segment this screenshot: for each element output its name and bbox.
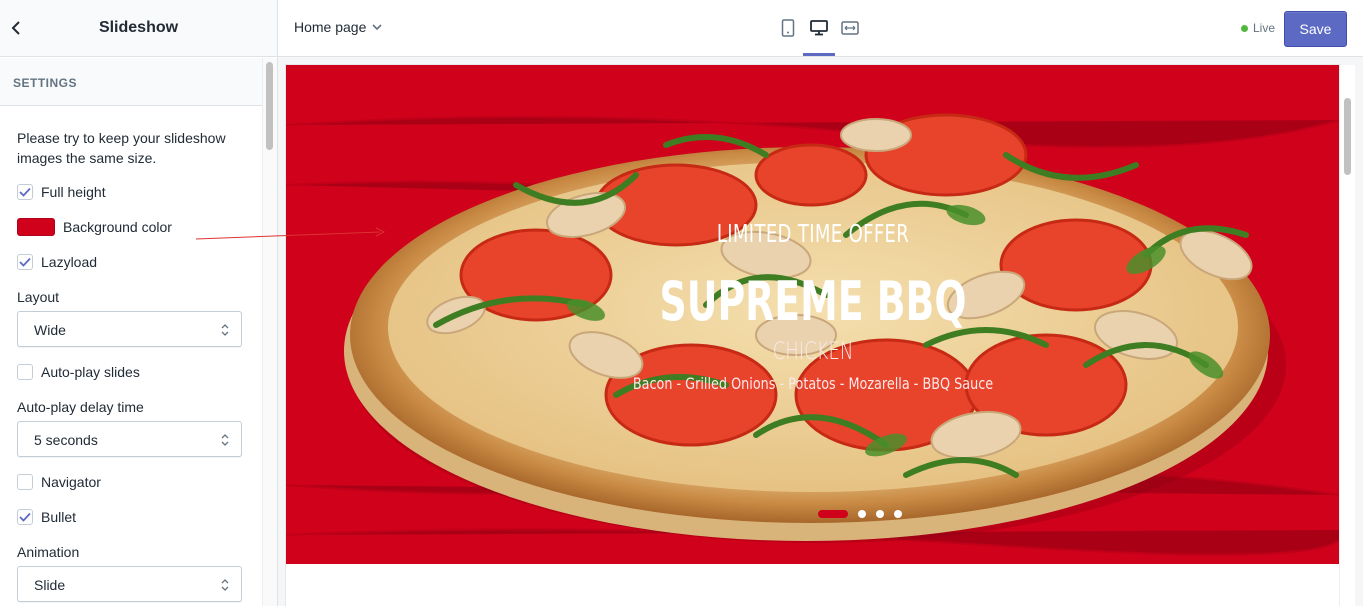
- desktop-icon: [810, 20, 828, 36]
- preview-scrollbar-thumb[interactable]: [1344, 98, 1351, 175]
- settings-section-header: SETTINGS: [0, 58, 262, 106]
- slide-bullet-4[interactable]: [894, 510, 902, 518]
- checkmark-icon: [19, 257, 31, 267]
- live-status: Live: [1241, 21, 1275, 35]
- full-height-option[interactable]: Full height: [17, 182, 106, 202]
- sidebar-scrollbar-thumb[interactable]: [266, 62, 273, 150]
- autoplay-delay-label: Auto-play delay time: [17, 399, 144, 415]
- settings-sidebar: Slideshow SETTINGS Please try to keep yo…: [0, 0, 278, 606]
- sidebar-header: Slideshow: [0, 0, 277, 57]
- autoplay-label: Auto-play slides: [41, 364, 140, 380]
- slide-bullet-2[interactable]: [858, 510, 866, 518]
- slide-bullets: [818, 510, 912, 518]
- background-color-label: Background color: [63, 219, 172, 235]
- desktop-view-button[interactable]: [807, 16, 831, 40]
- checkmark-icon: [19, 187, 31, 197]
- page-selector-label: Home page: [294, 19, 367, 35]
- chevron-down-icon: [372, 23, 382, 30]
- layout-value: Wide: [34, 322, 66, 338]
- full-height-checkbox[interactable]: [17, 184, 33, 200]
- slideshow-slide[interactable]: LIMITED TIME OFFER SUPREME BBQ CHICKEN B…: [286, 65, 1340, 564]
- select-arrows-icon: [221, 324, 229, 336]
- slide-subtitle: CHICKEN: [772, 337, 854, 365]
- slide-bullet-3[interactable]: [876, 510, 884, 518]
- live-status-label: Live: [1253, 21, 1276, 35]
- autoplay-option[interactable]: Auto-play slides: [17, 362, 140, 382]
- theme-preview: LIMITED TIME OFFER SUPREME BBQ CHICKEN B…: [278, 57, 1363, 606]
- lazyload-label: Lazyload: [41, 254, 98, 270]
- bullet-checkbox[interactable]: [17, 509, 33, 525]
- slide-offer-text: LIMITED TIME OFFER: [716, 219, 910, 248]
- slide-title: SUPREME BBQ: [659, 270, 967, 333]
- background-color-swatch[interactable]: [17, 218, 55, 236]
- sidebar-title: Slideshow: [98, 19, 179, 36]
- bullet-option[interactable]: Bullet: [17, 507, 76, 527]
- mobile-view-button[interactable]: [776, 16, 800, 40]
- animation-value: Slide: [34, 577, 66, 593]
- navigator-label: Navigator: [41, 474, 101, 490]
- live-status-dot: [1241, 24, 1248, 32]
- lazyload-checkbox[interactable]: [17, 254, 33, 270]
- animation-select[interactable]: Slide: [17, 566, 242, 602]
- navigator-checkbox[interactable]: [17, 474, 33, 490]
- bullet-label: Bullet: [41, 509, 77, 525]
- full-height-label: Full height: [41, 184, 106, 200]
- help-note: Please try to keep your slideshow images…: [17, 130, 226, 166]
- select-arrows-icon: [221, 434, 229, 446]
- expand-icon: [841, 21, 859, 35]
- mobile-icon: [781, 19, 795, 37]
- page-selector[interactable]: Home page: [294, 19, 382, 35]
- animation-label: Animation: [17, 544, 80, 560]
- autoplay-delay-value: 5 seconds: [34, 432, 98, 448]
- select-arrows-icon: [221, 579, 229, 591]
- lazyload-option[interactable]: Lazyload: [17, 252, 97, 272]
- editor-topbar: Home page Live Save: [278, 0, 1363, 57]
- layout-select[interactable]: Wide: [17, 311, 242, 347]
- checkmark-icon: [19, 512, 31, 522]
- autoplay-delay-select[interactable]: 5 seconds: [17, 421, 242, 457]
- autoplay-checkbox[interactable]: [17, 364, 33, 380]
- save-button[interactable]: Save: [1284, 11, 1347, 47]
- section-label: SETTINGS: [13, 76, 78, 90]
- slide-bullet-1[interactable]: [818, 510, 848, 518]
- active-device-indicator: [803, 53, 835, 56]
- slide-description: Bacon - Grilled Onions - Potatos - Mozar…: [632, 374, 994, 393]
- fullscreen-view-button[interactable]: [838, 16, 862, 40]
- layout-label: Layout: [17, 289, 60, 305]
- preview-frame: LIMITED TIME OFFER SUPREME BBQ CHICKEN B…: [286, 65, 1340, 606]
- background-color-option[interactable]: Background color: [17, 217, 172, 237]
- navigator-option[interactable]: Navigator: [17, 472, 101, 492]
